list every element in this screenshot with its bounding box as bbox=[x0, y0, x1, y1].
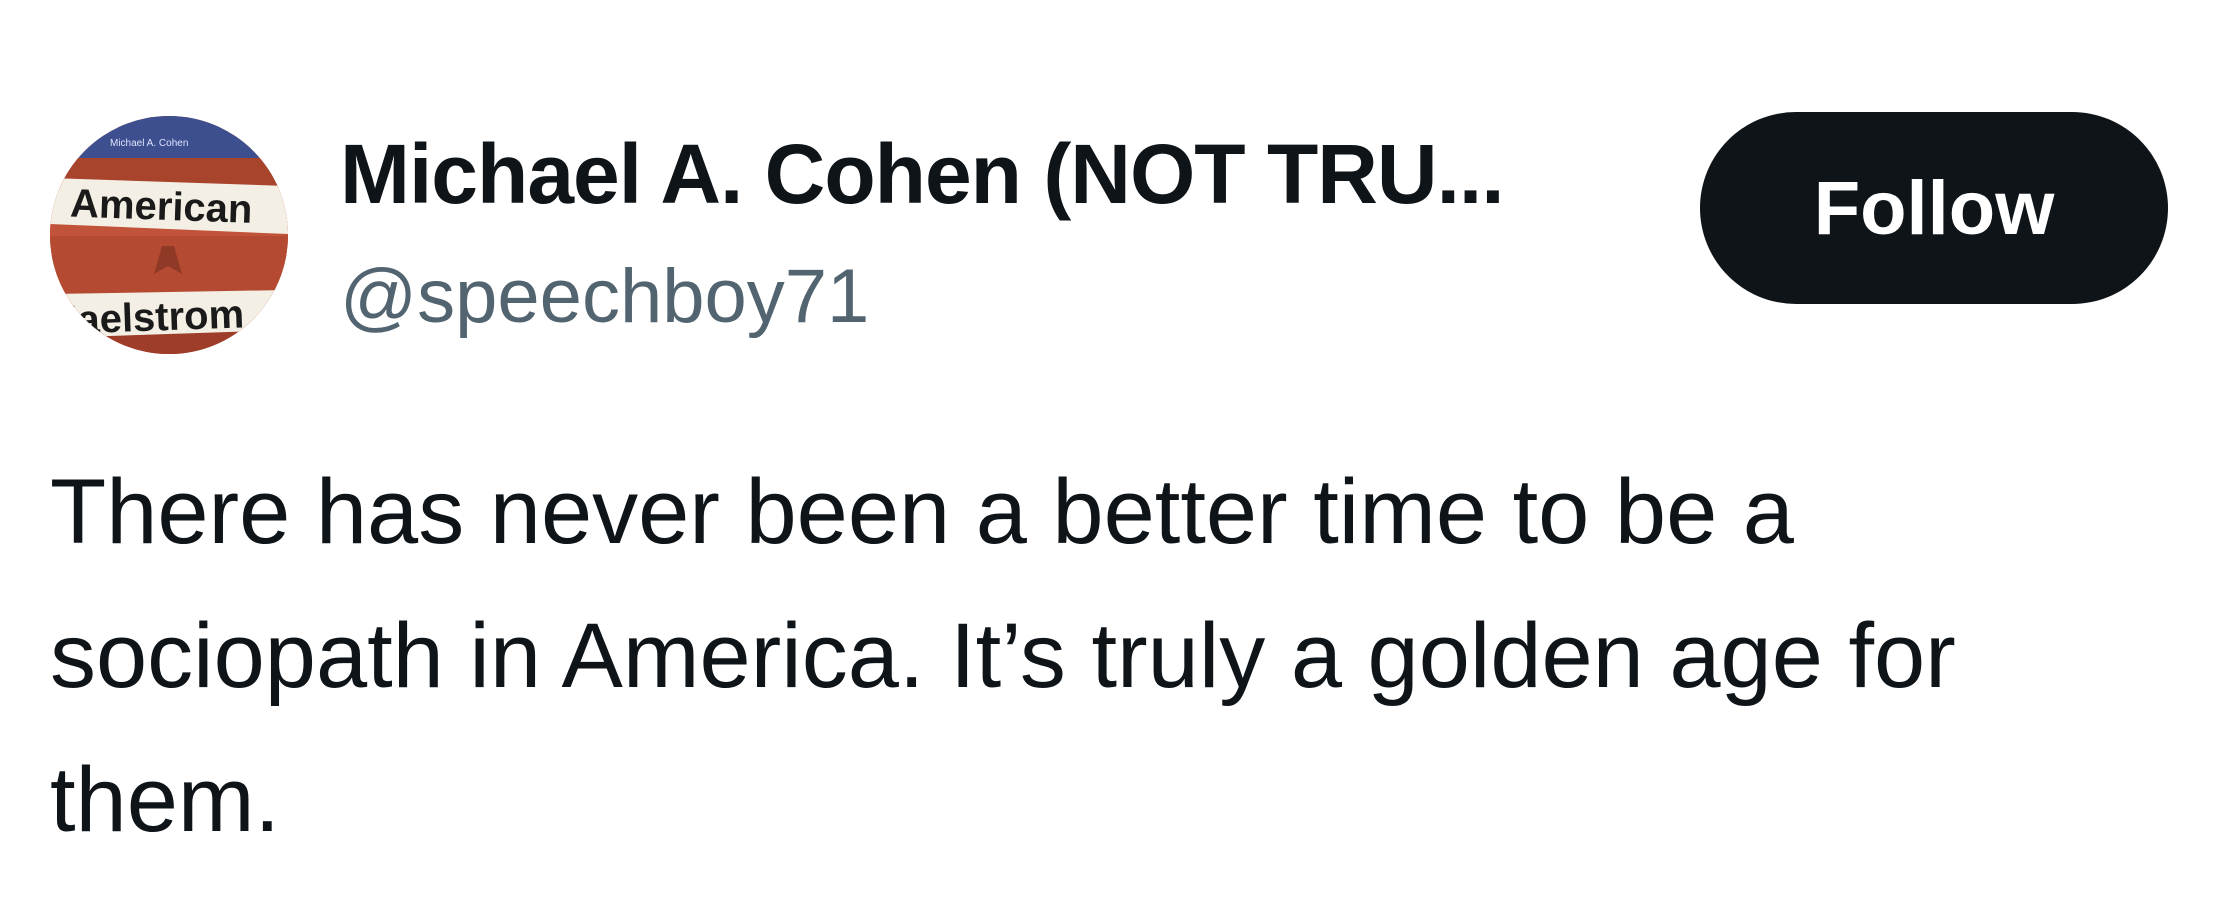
author-display-name[interactable]: Michael A. Cohen (NOT TRU... bbox=[340, 126, 1505, 222]
avatar-author-text: Michael A. Cohen bbox=[110, 138, 188, 149]
follow-button[interactable]: Follow bbox=[1700, 112, 2168, 304]
avatar-title-line1: American bbox=[69, 182, 253, 232]
tweet-text: There has never been a better time to be… bbox=[50, 461, 1956, 851]
avatar-title-line2: Maelstrom bbox=[50, 292, 245, 343]
tweet-card: Michael A. Cohen American Maelstrom Mich… bbox=[0, 0, 2236, 914]
avatar[interactable]: Michael A. Cohen American Maelstrom bbox=[50, 116, 288, 354]
author-handle[interactable]: @speechboy71 bbox=[340, 252, 869, 342]
book-cover-avatar-icon: Michael A. Cohen American Maelstrom bbox=[50, 116, 288, 354]
